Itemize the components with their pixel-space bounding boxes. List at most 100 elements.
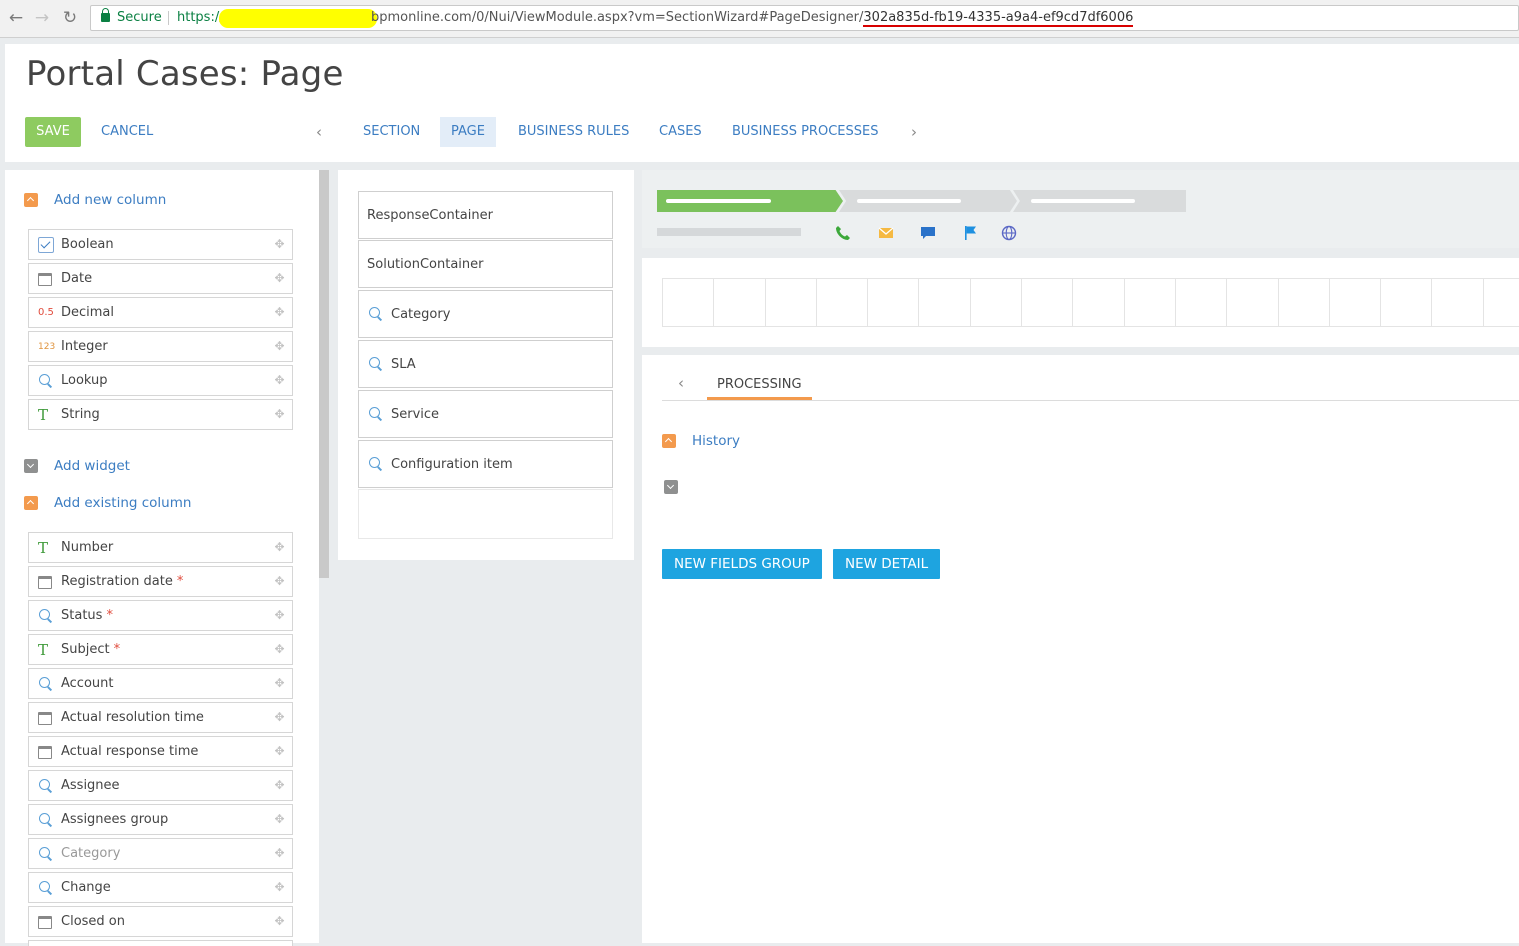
grid-cell[interactable] (764, 279, 816, 326)
forward-arrow-icon[interactable]: → (32, 8, 52, 28)
existing-column-assignee[interactable]: Assignee ✥ (28, 770, 293, 801)
save-button[interactable]: SAVE (25, 117, 81, 147)
container-response[interactable]: ResponseContainer (358, 191, 613, 239)
existing-column-subject[interactable]: T Subject * ✥ (28, 634, 293, 665)
reload-icon[interactable]: ↻ (60, 8, 80, 28)
column-item-label: Integer (61, 339, 108, 354)
new-detail-button[interactable]: NEW DETAIL (833, 549, 941, 579)
chat-icon[interactable] (920, 225, 936, 241)
back-arrow-icon[interactable]: ← (6, 8, 26, 28)
fields-grid[interactable] (662, 278, 1519, 327)
grid-cell[interactable] (1072, 279, 1123, 326)
expand-icon[interactable] (24, 459, 38, 473)
column-item-decimal[interactable]: 0.5 Decimal ✥ (28, 297, 293, 328)
tab-section[interactable]: SECTION (352, 117, 431, 147)
cancel-button[interactable]: CANCEL (101, 117, 153, 147)
existing-column-actual-resolution-time[interactable]: Actual resolution time ✥ (28, 702, 293, 733)
grid-cell[interactable] (713, 279, 764, 326)
drag-handle-icon[interactable]: ✥ (273, 575, 286, 588)
address-bar[interactable]: Secure https:// bpmonline.com/0/Nui/View… (90, 5, 1519, 31)
columns-scrollbar[interactable] (319, 170, 329, 578)
drag-handle-icon[interactable]: ✥ (273, 340, 286, 353)
grid-cell[interactable] (969, 279, 1021, 326)
tab-page[interactable]: PAGE (440, 117, 496, 147)
grid-cell[interactable] (1328, 279, 1380, 326)
add-existing-column-group[interactable]: Add existing column (24, 493, 191, 513)
drag-handle-icon[interactable]: ✥ (273, 541, 286, 554)
container-label: ResponseContainer (367, 208, 493, 223)
stage-inactive[interactable] (1013, 190, 1186, 212)
tabs-back-icon[interactable]: ‹ (678, 374, 684, 392)
grid-cell[interactable] (1431, 279, 1482, 326)
tab-business-rules[interactable]: BUSINESS RULES (507, 117, 640, 147)
stage-inactive[interactable] (839, 190, 1017, 212)
tab-processing[interactable]: PROCESSING (707, 375, 812, 400)
container-drop-zone[interactable] (358, 489, 613, 539)
grid-cell[interactable] (1380, 279, 1431, 326)
tab-cases[interactable]: CASES (648, 117, 713, 147)
tabs-scroll-right-icon[interactable]: › (911, 117, 917, 147)
collapse-icon[interactable] (662, 434, 676, 448)
tab-business-processes[interactable]: BUSINESS PROCESSES (721, 117, 889, 147)
existing-column-category[interactable]: Category ✥ (28, 838, 293, 869)
grid-cell[interactable] (1021, 279, 1072, 326)
column-item-lookup[interactable]: Lookup ✥ (28, 365, 293, 396)
grid-cell[interactable] (1123, 279, 1175, 326)
grid-cell[interactable] (867, 279, 918, 326)
drag-handle-icon[interactable]: ✥ (273, 711, 286, 724)
drag-handle-icon[interactable]: ✥ (273, 643, 286, 656)
drag-handle-icon[interactable]: ✥ (273, 609, 286, 622)
flag-icon[interactable] (962, 225, 978, 241)
grid-cell[interactable] (918, 279, 969, 326)
existing-column-number[interactable]: T Number ✥ (28, 532, 293, 563)
drag-handle-icon[interactable]: ✥ (273, 847, 286, 860)
container-configuration-item[interactable]: Configuration item (358, 440, 613, 488)
new-fields-group-button[interactable]: NEW FIELDS GROUP (662, 549, 822, 579)
drag-handle-icon[interactable]: ✥ (273, 813, 286, 826)
email-icon[interactable] (878, 225, 894, 241)
existing-column-closed-on[interactable]: Closed on ✥ (28, 906, 293, 937)
grid-cell[interactable] (662, 279, 713, 326)
drag-handle-icon[interactable]: ✥ (273, 745, 286, 758)
history-group[interactable]: History (662, 431, 740, 451)
column-item-integer[interactable]: 123 Integer ✥ (28, 331, 293, 362)
collapse-icon[interactable] (24, 496, 38, 510)
container-solution[interactable]: SolutionContainer (358, 240, 613, 288)
expand-icon[interactable] (664, 480, 678, 494)
tabs-scroll-left-icon[interactable]: ‹ (316, 117, 322, 147)
existing-column-assignees-group[interactable]: Assignees group ✥ (28, 804, 293, 835)
container-sla[interactable]: SLA (358, 340, 613, 388)
column-item-string[interactable]: T String ✥ (28, 399, 293, 430)
drag-handle-icon[interactable]: ✥ (273, 374, 286, 387)
container-category[interactable]: Category (358, 290, 613, 338)
drag-handle-icon[interactable]: ✥ (273, 881, 286, 894)
phone-icon[interactable] (835, 225, 851, 241)
grid-cell[interactable] (815, 279, 867, 326)
globe-icon[interactable] (1001, 225, 1017, 241)
drag-handle-icon[interactable]: ✥ (273, 677, 286, 690)
existing-column-actual-response-time[interactable]: Actual response time ✥ (28, 736, 293, 767)
collapse-icon[interactable] (24, 193, 38, 207)
drag-handle-icon[interactable]: ✥ (273, 779, 286, 792)
drag-handle-icon[interactable]: ✥ (273, 272, 286, 285)
add-new-column-group[interactable]: Add new column (24, 190, 166, 210)
grid-cell[interactable] (1482, 279, 1519, 326)
add-widget-group[interactable]: Add widget (24, 456, 130, 476)
stage-active[interactable] (657, 190, 843, 212)
column-item-boolean[interactable]: Boolean ✥ (28, 229, 293, 260)
drag-handle-icon[interactable]: ✥ (273, 915, 286, 928)
container-service[interactable]: Service (358, 390, 613, 438)
grid-cell[interactable] (1226, 279, 1277, 326)
grid-cell[interactable] (1277, 279, 1329, 326)
drag-handle-icon[interactable]: ✥ (273, 238, 286, 251)
column-item-date[interactable]: Date ✥ (28, 263, 293, 294)
existing-column-account[interactable]: Account ✥ (28, 668, 293, 699)
drag-handle-icon[interactable]: ✥ (273, 306, 286, 319)
drag-handle-icon[interactable]: ✥ (273, 408, 286, 421)
grid-cell[interactable] (1174, 279, 1226, 326)
existing-column-registration-date[interactable]: Registration date * ✥ (28, 566, 293, 597)
existing-column-status[interactable]: Status * ✥ (28, 600, 293, 631)
untitled-group[interactable] (664, 477, 680, 497)
existing-column-change[interactable]: Change ✥ (28, 872, 293, 903)
container-label: Service (391, 407, 440, 422)
